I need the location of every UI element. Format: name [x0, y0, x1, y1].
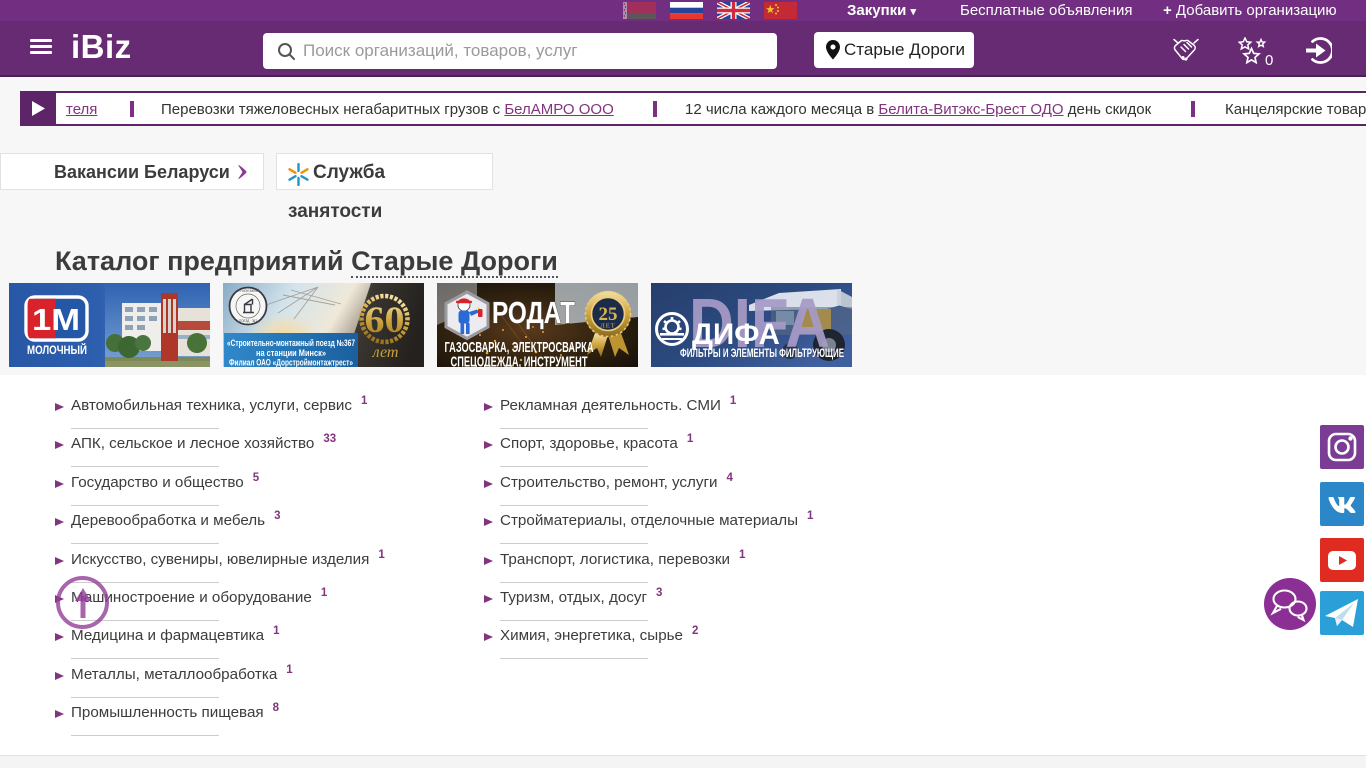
svg-text:МОЛОЧНЫЙ: МОЛОЧНЫЙ: [27, 344, 87, 357]
svg-text:ПОЕЗД · 367: ПОЕЗД · 367: [239, 319, 257, 323]
svg-text:ФИЛЬТРЫ И ЭЛЕМЕНТЫ ФИЛЬТРУЮЩИЕ: ФИЛЬТРЫ И ЭЛЕМЕНТЫ ФИЛЬТРУЮЩИЕ: [680, 348, 844, 360]
svg-text:РОДАТ: РОДАТ: [492, 295, 575, 330]
svg-text:СПЕЦОДЕЖДА, ИНСТРУМЕНТ: СПЕЦОДЕЖДА, ИНСТРУМЕНТ: [451, 354, 588, 368]
svg-text:СТР-МОНТАЖНЫЙ: СТР-МОНТАЖНЫЙ: [237, 289, 260, 293]
svg-text:ДИФА: ДИФА: [692, 318, 780, 351]
svg-text:60: 60: [365, 300, 405, 341]
svg-text:Филиал ОАО «Дорстроймонтажтрес: Филиал ОАО «Дорстроймонтажтрест»: [229, 358, 353, 368]
svg-text:лет: лет: [372, 344, 399, 361]
svg-text:1М: 1М: [32, 302, 80, 337]
svg-text:на станции Минск»: на станции Минск»: [256, 348, 326, 358]
svg-text:ЛЕТ: ЛЕТ: [600, 323, 615, 330]
svg-text:«Строительно-монтажный поезд №: «Строительно-монтажный поезд №367: [227, 338, 355, 348]
